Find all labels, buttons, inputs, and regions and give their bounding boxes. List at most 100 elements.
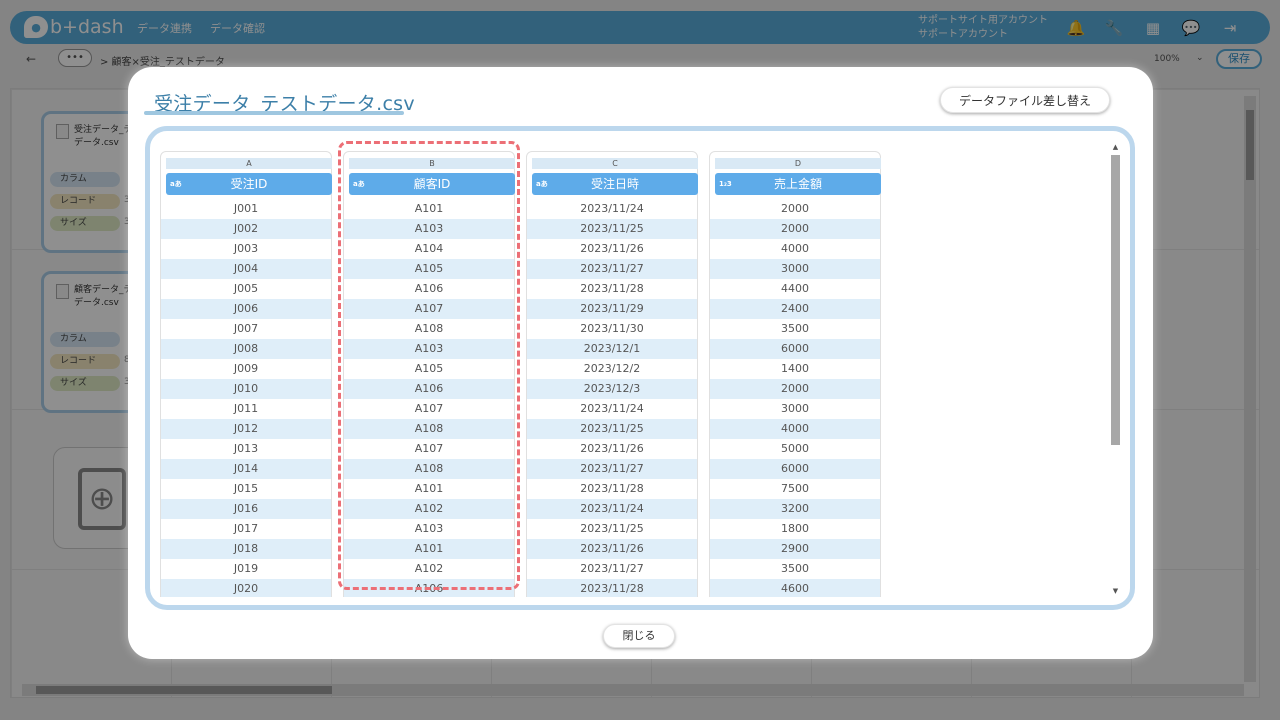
column-name: 受注ID — [230, 177, 268, 191]
table-cell: 2023/11/24 — [527, 499, 697, 519]
table-cell: J012 — [161, 419, 331, 439]
table-cell: J017 — [233, 522, 259, 535]
table-cell: J007 — [233, 322, 259, 335]
table-cell: 1400 — [781, 362, 809, 375]
column-header[interactable]: aあ 受注日時 — [532, 173, 698, 195]
table-cell: 2023/11/25 — [527, 419, 697, 439]
table-cell: A105 — [414, 362, 444, 375]
column-b: Baあ 顧客ID A101 A103 A104 A105 A106 A107 A108 A103 A… — [343, 151, 515, 597]
column-letter[interactable]: C — [532, 158, 698, 169]
column-header[interactable]: aあ 受注ID — [166, 173, 332, 195]
table-cell: A106 — [344, 379, 514, 399]
table-cell: A102 — [344, 499, 514, 519]
table-cell: 3000 — [710, 259, 880, 279]
table-cell: 4000 — [710, 419, 880, 439]
column-name: 売上金額 — [773, 177, 822, 191]
table-cell: 1800 — [781, 522, 809, 535]
column-letter[interactable]: A — [166, 158, 332, 169]
table-cell: 2000 — [781, 202, 809, 215]
data-grid[interactable]: Aaあ 受注ID J001 J002 J003 J004 J005 J006 J007 J008 J… — [160, 141, 1106, 597]
table-cell: 2000 — [710, 219, 880, 239]
table-cell: 2400 — [710, 299, 880, 319]
column-a: Aaあ 受注ID J001 J002 J003 J004 J005 J006 J007 J008 J… — [160, 151, 332, 597]
data-grid-frame: Aaあ 受注ID J001 J002 J003 J004 J005 J006 J007 J008 J… — [145, 126, 1135, 610]
table-cell: J008 — [161, 339, 331, 359]
table-cell: A105 — [344, 259, 514, 279]
data-type-icon: aあ — [353, 180, 365, 188]
table-cell: J011 — [233, 402, 259, 415]
table-cell: A107 — [344, 299, 514, 319]
table-cell: A106 — [344, 579, 514, 597]
table-cell: 2023/11/26 — [580, 442, 644, 455]
table-cell: 2023/11/25 — [580, 522, 644, 535]
table-cell: A103 — [344, 219, 514, 239]
scroll-down-arrow-icon[interactable]: ▼ — [1110, 587, 1121, 595]
replace-data-file-button[interactable]: データファイル差し替え — [940, 87, 1110, 113]
table-cell: A107 — [414, 402, 444, 415]
table-cell: 2023/11/26 — [580, 242, 644, 255]
grid-vertical-scrollbar[interactable]: ▲ ▼ — [1110, 143, 1121, 595]
table-cell: A108 — [414, 322, 444, 335]
table-cell: 2023/12/3 — [527, 379, 697, 399]
table-cell: 2023/11/28 — [580, 482, 644, 495]
column-c: Caあ 受注日時 2023/11/24 2023/11/25 2023/11/26 202… — [526, 151, 698, 597]
table-cell: 3500 — [781, 322, 809, 335]
column-letter[interactable]: D — [715, 158, 881, 169]
table-cell: J020 — [161, 579, 331, 597]
table-cell: A101 — [414, 482, 444, 495]
scrollbar-thumb[interactable] — [1111, 155, 1120, 445]
table-cell: 2023/11/27 — [527, 459, 697, 479]
table-cell: J004 — [161, 259, 331, 279]
table-cell: 2023/11/29 — [527, 299, 697, 319]
table-cell: A104 — [414, 242, 444, 255]
data-type-icon: aあ — [536, 180, 548, 188]
table-cell: A102 — [414, 562, 444, 575]
column-d: D 1₂3 売上金額 2000 2000 4000 3000 4400 2400 3500 6000… — [709, 151, 881, 597]
column-header[interactable]: 1₂3 売上金額 — [715, 173, 881, 195]
column-header[interactable]: aあ 顧客ID — [349, 173, 515, 195]
column-name: 受注日時 — [590, 177, 639, 191]
table-cell: A108 — [344, 419, 514, 439]
table-cell: A103 — [344, 339, 514, 359]
table-cell: 2023/11/24 — [580, 202, 644, 215]
table-cell: 3200 — [710, 499, 880, 519]
table-cell: J010 — [161, 379, 331, 399]
table-cell: 3000 — [781, 402, 809, 415]
column-letter[interactable]: B — [349, 158, 515, 169]
table-cell: 2900 — [710, 539, 880, 559]
table-cell: A101 — [344, 539, 514, 559]
table-cell: 2023/11/27 — [580, 562, 644, 575]
table-cell: 7500 — [781, 482, 809, 495]
table-cell: 2023/11/30 — [580, 322, 644, 335]
table-cell: J006 — [161, 299, 331, 319]
table-cell: J016 — [161, 499, 331, 519]
table-cell: J005 — [233, 282, 259, 295]
table-cell: 2023/11/27 — [527, 259, 697, 279]
table-cell: A103 — [414, 522, 444, 535]
table-cell: 2023/12/1 — [527, 339, 697, 359]
scroll-up-arrow-icon[interactable]: ▲ — [1110, 143, 1121, 151]
data-type-icon: 1₂3 — [719, 180, 732, 188]
data-preview-modal: 受注データ_テストデータ.csv データファイル差し替え Aaあ 受注ID J001… — [128, 67, 1153, 659]
table-cell: J015 — [233, 482, 259, 495]
table-cell: J018 — [161, 539, 331, 559]
table-cell: 6000 — [710, 339, 880, 359]
table-cell: 2000 — [710, 379, 880, 399]
table-cell: J009 — [233, 362, 259, 375]
table-cell: 3500 — [781, 562, 809, 575]
table-cell: J019 — [233, 562, 259, 575]
table-cell: J002 — [161, 219, 331, 239]
column-name: 顧客ID — [413, 177, 451, 191]
table-cell: 2023/12/2 — [583, 362, 641, 375]
table-cell: 5000 — [781, 442, 809, 455]
table-cell: 2023/11/28 — [580, 282, 644, 295]
table-cell: 4000 — [781, 242, 809, 255]
close-button[interactable]: 閉じる — [603, 624, 675, 648]
table-cell: J003 — [233, 242, 259, 255]
table-cell: 2023/11/25 — [527, 219, 697, 239]
table-cell: 6000 — [710, 459, 880, 479]
data-type-icon: aあ — [170, 180, 182, 188]
table-cell: 2023/11/26 — [527, 539, 697, 559]
table-cell: 2023/11/24 — [580, 402, 644, 415]
table-cell: A106 — [414, 282, 444, 295]
